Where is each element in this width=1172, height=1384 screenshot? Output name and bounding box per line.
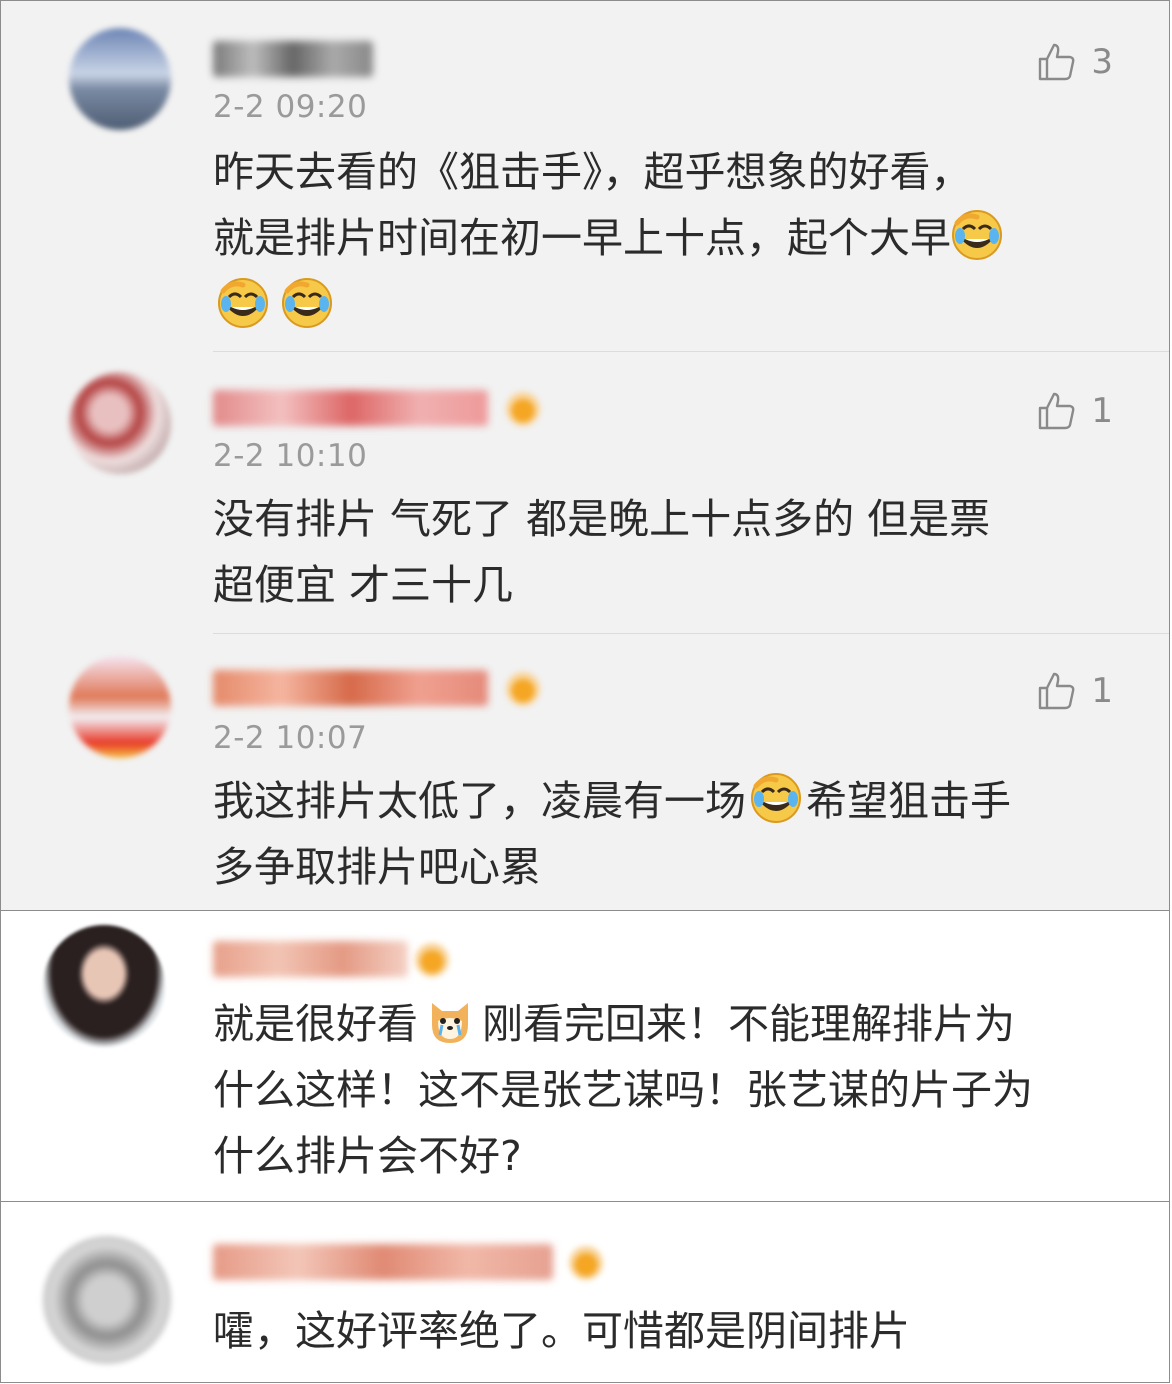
- shiba-dog-emoji: [424, 995, 476, 1047]
- username-blurred[interactable]: [213, 1244, 553, 1280]
- avatar[interactable]: [69, 372, 171, 474]
- comment-text: 没有排片 气死了 都是晚上十点多的 但是票 超便宜 才三十几: [213, 495, 991, 609]
- vip-crown-badge: [506, 392, 540, 426]
- comment-text: 嚯，这好评率绝了。可惜都是阴间排片: [213, 1307, 910, 1355]
- laugh-cry-emoji: [750, 772, 802, 824]
- avatar[interactable]: [69, 28, 171, 130]
- laugh-cry-emoji: [281, 277, 333, 329]
- comment-text: 就是很好看 刚看完回来！不能理解排片为 什么这样！这不是张艺谋吗！张艺谋的片子为 …: [213, 991, 1133, 1189]
- like-count: 1: [1091, 391, 1113, 431]
- comment-item: 1 2-2 10:10 没有排片 气死了 都是晚上十点多的 但是票 超便宜 才三…: [1, 352, 1169, 634]
- avatar[interactable]: [43, 1236, 171, 1364]
- like-count: 1: [1091, 671, 1113, 711]
- comment-group-highlighted: 3 2-2 09:20 昨天去看的《狙击手》，超乎想象的好看， 就是排片时间在初…: [0, 0, 1170, 911]
- comment-text: 昨天去看的《狙击手》，超乎想象的好看， 就是排片时间在初一早上十点，起个大早: [213, 139, 1113, 339]
- comment-group: 嚯，这好评率绝了。可惜都是阴间排片: [0, 1201, 1170, 1383]
- username-blurred[interactable]: [213, 41, 373, 77]
- comment-time: 2-2 10:10: [213, 438, 368, 474]
- vip-crown-badge: [569, 1246, 603, 1280]
- comment-item: 就是很好看 刚看完回来！不能理解排片为 什么这样！这不是张艺谋吗！张艺谋的片子为 …: [1, 911, 1169, 1203]
- thumbs-up-icon: [1035, 41, 1077, 83]
- username-blurred[interactable]: [213, 390, 488, 426]
- laugh-cry-emoji: [951, 209, 1003, 261]
- avatar[interactable]: [43, 925, 165, 1047]
- vip-crown-badge: [415, 943, 449, 977]
- comment-item: 1 2-2 10:07 我这排片太低了，凌晨有一场 希望狙击手 多争取排片吧心累: [1, 634, 1169, 910]
- comment-item: 嚯，这好评率绝了。可惜都是阴间排片: [1, 1202, 1169, 1384]
- username-blurred[interactable]: [213, 941, 408, 977]
- thumbs-up-icon: [1035, 390, 1077, 432]
- comment-group: 就是很好看 刚看完回来！不能理解排片为 什么这样！这不是张艺谋吗！张艺谋的片子为 …: [0, 910, 1170, 1202]
- like-button[interactable]: 1: [1035, 670, 1113, 712]
- like-button[interactable]: 1: [1035, 390, 1113, 432]
- vip-crown-badge: [506, 672, 540, 706]
- username-blurred[interactable]: [213, 670, 488, 706]
- like-button[interactable]: 3: [1035, 41, 1113, 83]
- like-count: 3: [1091, 42, 1113, 82]
- avatar[interactable]: [69, 656, 171, 758]
- laugh-cry-emoji: [217, 277, 269, 329]
- comment-item: 3 2-2 09:20 昨天去看的《狙击手》，超乎想象的好看， 就是排片时间在初…: [1, 1, 1169, 352]
- comment-time: 2-2 09:20: [213, 89, 368, 125]
- comment-time: 2-2 10:07: [213, 720, 368, 756]
- thumbs-up-icon: [1035, 670, 1077, 712]
- comment-text: 我这排片太低了，凌晨有一场 希望狙击手 多争取排片吧心累: [213, 768, 1113, 900]
